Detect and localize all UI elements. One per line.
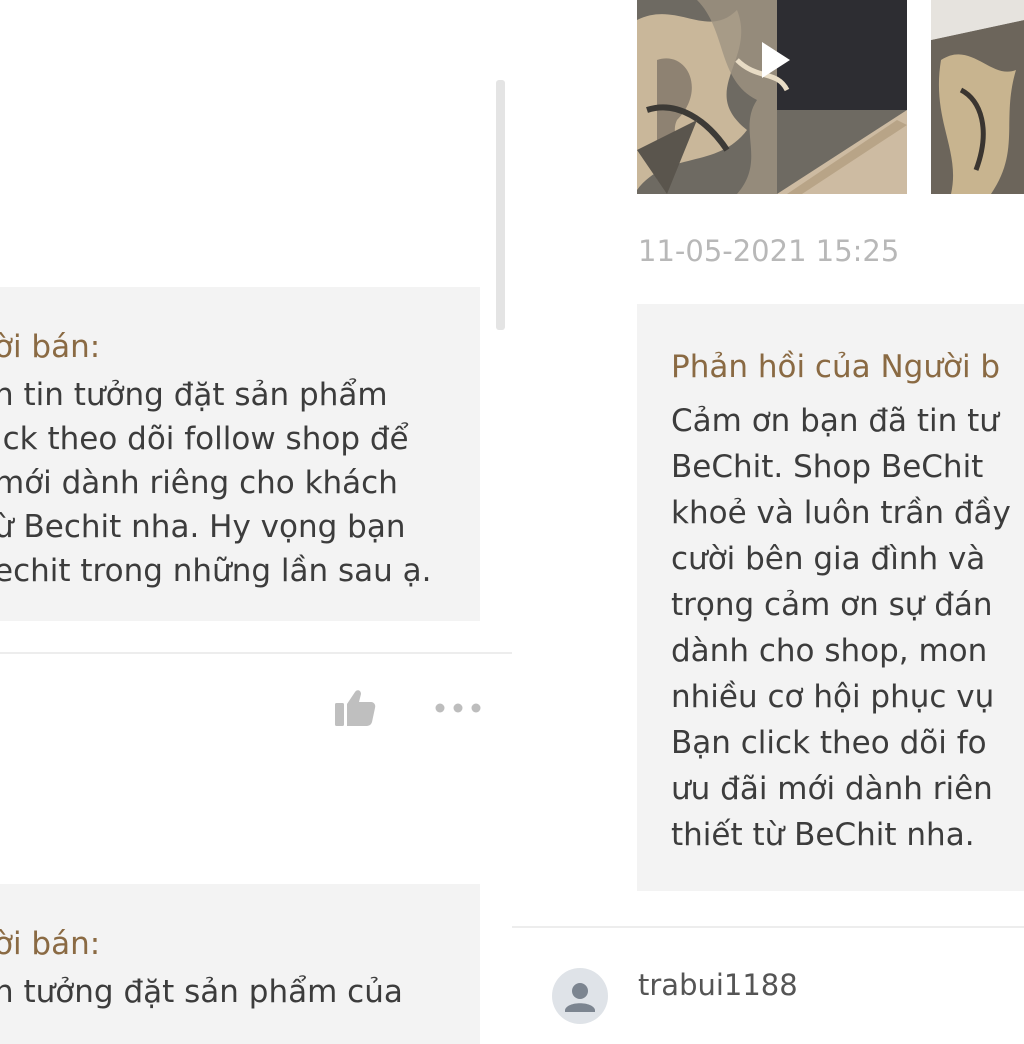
seller-reply-line: Cảm ơn bạn đã tin tư — [671, 403, 999, 439]
seller-reply-line: cười bên gia đình và — [671, 541, 986, 577]
seller-reply-box: ời bán: n tưởng đặt sản phẩm của — [0, 884, 480, 1044]
seller-reply-line: khoẻ và luôn trần đầy — [671, 495, 1011, 531]
seller-reply-line: n tưởng đặt sản phẩm của — [0, 974, 403, 1010]
seller-reply-line: BeChit. Shop BeChit — [671, 449, 984, 485]
seller-reply-line: n tin tưởng đặt sản phẩm — [0, 377, 388, 413]
seller-reply-title: Phản hồi của Người b — [671, 349, 1001, 385]
seller-reply-line: trọng cảm ơn sự đán — [671, 587, 993, 623]
seller-reply-title: ời bán: — [0, 926, 101, 962]
seller-reply-line: mới dành riêng cho khách — [0, 465, 398, 501]
review-divider — [512, 926, 1024, 928]
seller-reply-line: ừ Bechit nha. Hy vọng bạn — [0, 509, 406, 545]
review-photo-thumbnail[interactable] — [931, 0, 1024, 194]
more-horizontal-icon[interactable] — [434, 702, 482, 714]
review-video-thumbnail[interactable] — [637, 0, 907, 194]
seller-reply-line: thiết từ BeChit nha. — [671, 817, 975, 853]
seller-reply-line: dành cho shop, mon — [671, 633, 988, 669]
seller-reply-line: ưu đãi mới dành riên — [671, 771, 993, 807]
seller-reply-box: ời bán: n tin tưởng đặt sản phẩm ick the… — [0, 287, 480, 621]
user-avatar-icon — [565, 983, 595, 1012]
seller-reply-line: nhiều cơ hội phục vụ — [671, 679, 995, 715]
photo-thumbnail-image — [931, 0, 1024, 194]
play-icon[interactable] — [752, 38, 796, 82]
review-timestamp: 11-05-2021 15:25 — [638, 234, 900, 268]
seller-reply-box: Phản hồi của Người b Cảm ơn bạn đã tin t… — [637, 304, 1024, 891]
user-avatar[interactable] — [552, 968, 608, 1024]
thumbs-up-icon[interactable] — [333, 688, 377, 728]
seller-reply-line: ick theo dõi follow shop để — [0, 421, 409, 457]
seller-reply-line: echit trong những lần sau ạ. — [0, 553, 432, 589]
reviewer-username[interactable]: trabui1188 — [638, 968, 798, 1002]
scrollbar[interactable] — [496, 80, 505, 330]
video-thumbnail-image — [637, 0, 907, 194]
seller-reply-title: ời bán: — [0, 329, 101, 365]
review-divider — [0, 652, 512, 654]
seller-reply-line: Bạn click theo dõi fo — [671, 725, 987, 761]
